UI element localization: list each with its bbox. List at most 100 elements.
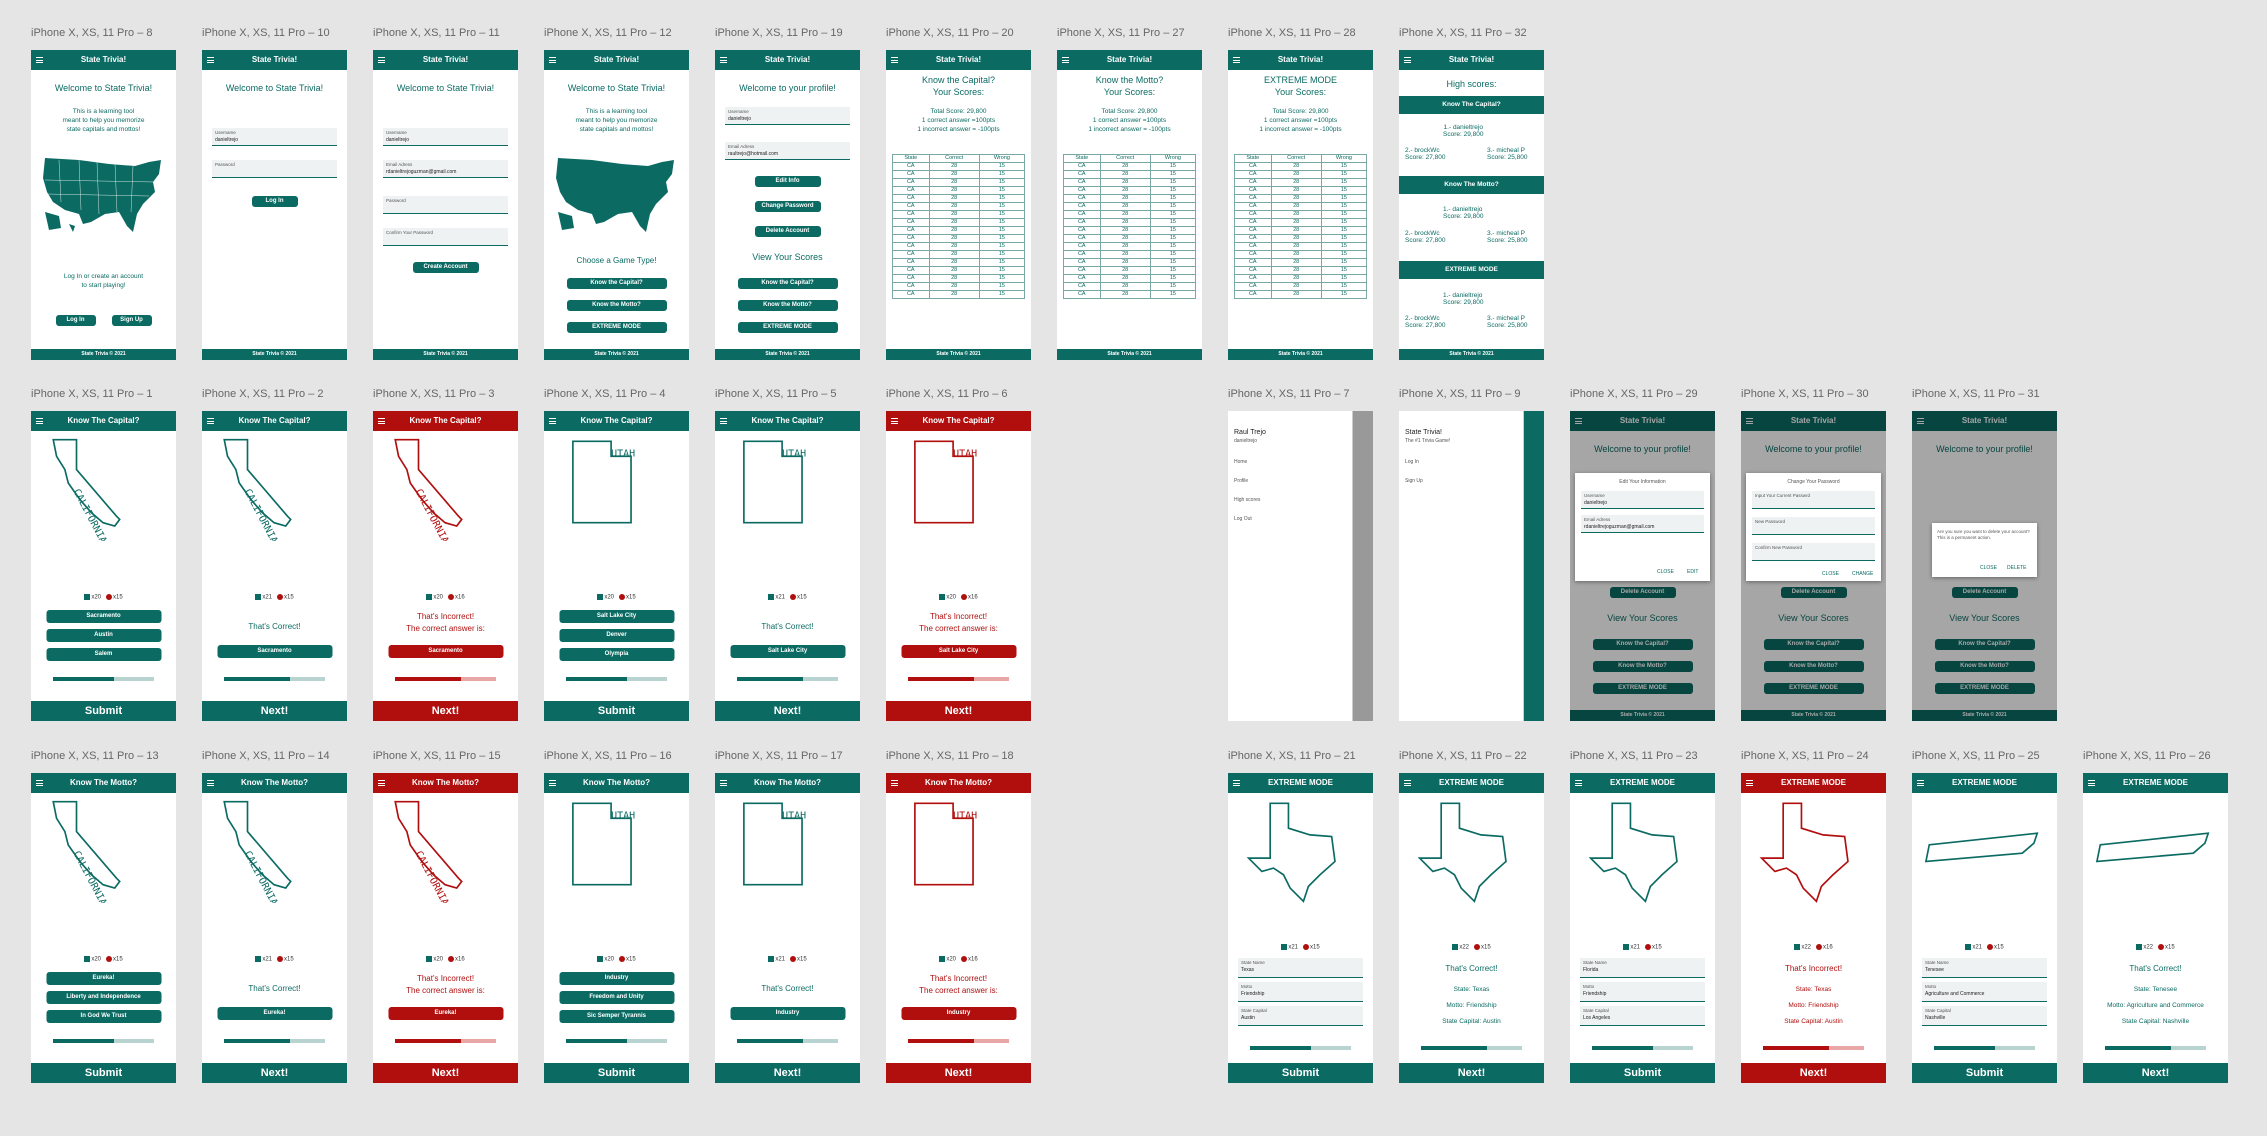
current-password-field[interactable]: Input Your Current Passwrd [1752,491,1875,509]
edit-info-button[interactable]: Edit Info [754,176,821,187]
answer-input[interactable]: State Capital Austin [1238,1006,1363,1026]
menu-icon[interactable] [36,57,43,63]
know-capital-button[interactable]: Know the Capital? [566,278,667,289]
menu-icon[interactable] [1062,57,1069,63]
next-button[interactable]: Next! [373,701,518,721]
password-field[interactable]: Password [212,160,337,178]
menu-icon[interactable] [1746,780,1753,786]
answer-option-button[interactable]: Sic Semper Tyrannis [559,1010,674,1023]
answer-option-button[interactable]: Denver [559,629,674,642]
delete-account-button[interactable]: Delete Account [754,226,821,237]
answer-input[interactable]: State Name Texas [1238,958,1363,978]
next-button[interactable]: Next! [2083,1063,2228,1083]
create-account-button[interactable]: Create Account [412,262,479,273]
submit-button[interactable]: Submit [1912,1063,2057,1083]
menu-icon[interactable] [1233,57,1240,63]
menu-icon[interactable] [1575,780,1582,786]
drawer-item-profile[interactable]: Profile [1234,478,1248,484]
answer-option-button[interactable]: Freedom and Unity [559,991,674,1004]
menu-icon[interactable] [549,780,556,786]
answer-option-button[interactable]: Salt Lake City [559,610,674,623]
answer-input[interactable]: Motto Friendship [1580,982,1705,1002]
menu-icon[interactable] [207,57,214,63]
next-button[interactable]: Next! [373,1063,518,1083]
menu-icon[interactable] [207,418,214,424]
menu-icon[interactable] [1917,780,1924,786]
menu-icon[interactable] [891,418,898,424]
extreme-mode-button[interactable]: EXTREME MODE [566,322,667,333]
drawer-item-signup[interactable]: Sign Up [1405,478,1423,484]
next-button[interactable]: Next! [886,1063,1031,1083]
drawer-item-home[interactable]: Home [1234,459,1247,465]
signup-button[interactable]: Sign Up [111,315,152,326]
drawer-item-logout[interactable]: Log Out [1234,516,1252,522]
menu-icon[interactable] [378,418,385,424]
answer-option-button[interactable]: Liberty and Independence [46,991,161,1004]
answer-input[interactable]: State Name Tenesee [1922,958,2047,978]
answer-option-button[interactable]: Industry [559,972,674,985]
submit-button[interactable]: Submit [544,1063,689,1083]
close-button[interactable]: CLOSE [1657,569,1674,575]
menu-icon[interactable] [720,418,727,424]
menu-icon[interactable] [1404,780,1411,786]
edit-button[interactable]: EDIT [1687,569,1698,575]
drawer-item-login[interactable]: Log In [1405,459,1419,465]
change-password-button[interactable]: Change Password [754,201,821,212]
menu-icon[interactable] [549,418,556,424]
answer-input[interactable]: Motto Agriculture and Commerce [1922,982,2047,1002]
answer-option-button[interactable]: Sacramento [46,610,161,623]
password-field[interactable]: Password [383,196,508,214]
new-password-field[interactable]: New Password [1752,517,1875,535]
menu-icon[interactable] [207,780,214,786]
next-button[interactable]: Next! [715,701,860,721]
menu-icon[interactable] [549,57,556,63]
know-motto-button[interactable]: Know the Motto? [566,300,667,311]
answer-input[interactable]: State Capital Los Angeles [1580,1006,1705,1026]
login-button[interactable]: Log In [55,315,96,326]
next-button[interactable]: Next! [202,701,347,721]
know-capital-button[interactable]: Know the Capital? [737,278,838,289]
email-field[interactable]: Email Adress raultrejo@hotmail.com [725,142,850,160]
change-button[interactable]: CHANGE [1852,571,1873,577]
email-field[interactable]: Email Adress rdanieltrejoguzman@gmail.com [383,160,508,178]
menu-icon[interactable] [1233,780,1240,786]
login-button[interactable]: Log In [251,196,298,207]
menu-icon[interactable] [378,780,385,786]
menu-icon[interactable] [720,57,727,63]
username-field[interactable]: Username danieltrejo [212,128,337,146]
answer-option-button[interactable]: Eureka! [46,972,161,985]
username-field[interactable]: Username danieltrejo [383,128,508,146]
submit-button[interactable]: Submit [31,1063,176,1083]
extreme-mode-button[interactable]: EXTREME MODE [737,322,838,333]
menu-icon[interactable] [891,57,898,63]
answer-input[interactable]: Motto Friendship [1238,982,1363,1002]
answer-option-button[interactable]: Salem [46,648,161,661]
answer-option-button[interactable]: Olympia [559,648,674,661]
answer-option-button[interactable]: In God We Trust [46,1010,161,1023]
submit-button[interactable]: Submit [1228,1063,1373,1083]
next-button[interactable]: Next! [1741,1063,1886,1083]
answer-option-button[interactable]: Austin [46,629,161,642]
username-field[interactable]: Username danieltrejo [1581,491,1704,509]
next-button[interactable]: Next! [202,1063,347,1083]
menu-icon[interactable] [36,418,43,424]
answer-input[interactable]: State Capital Nashville [1922,1006,2047,1026]
menu-icon[interactable] [378,57,385,63]
next-button[interactable]: Next! [886,701,1031,721]
answer-input[interactable]: State Name Florida [1580,958,1705,978]
close-button[interactable]: CLOSE [1980,565,1997,571]
next-button[interactable]: Next! [715,1063,860,1083]
menu-icon[interactable] [2088,780,2095,786]
submit-button[interactable]: Submit [31,701,176,721]
submit-button[interactable]: Submit [544,701,689,721]
menu-icon[interactable] [720,780,727,786]
drawer-item-high-scores[interactable]: High scores [1234,497,1260,503]
menu-icon[interactable] [36,780,43,786]
next-button[interactable]: Next! [1399,1063,1544,1083]
username-field[interactable]: Username danieltrejo [725,107,850,125]
menu-icon[interactable] [1404,57,1411,63]
close-button[interactable]: CLOSE [1822,571,1839,577]
menu-icon[interactable] [891,780,898,786]
confirm-password-field[interactable]: Confirm New Password [1752,543,1875,561]
delete-button[interactable]: DELETE [2007,565,2026,571]
